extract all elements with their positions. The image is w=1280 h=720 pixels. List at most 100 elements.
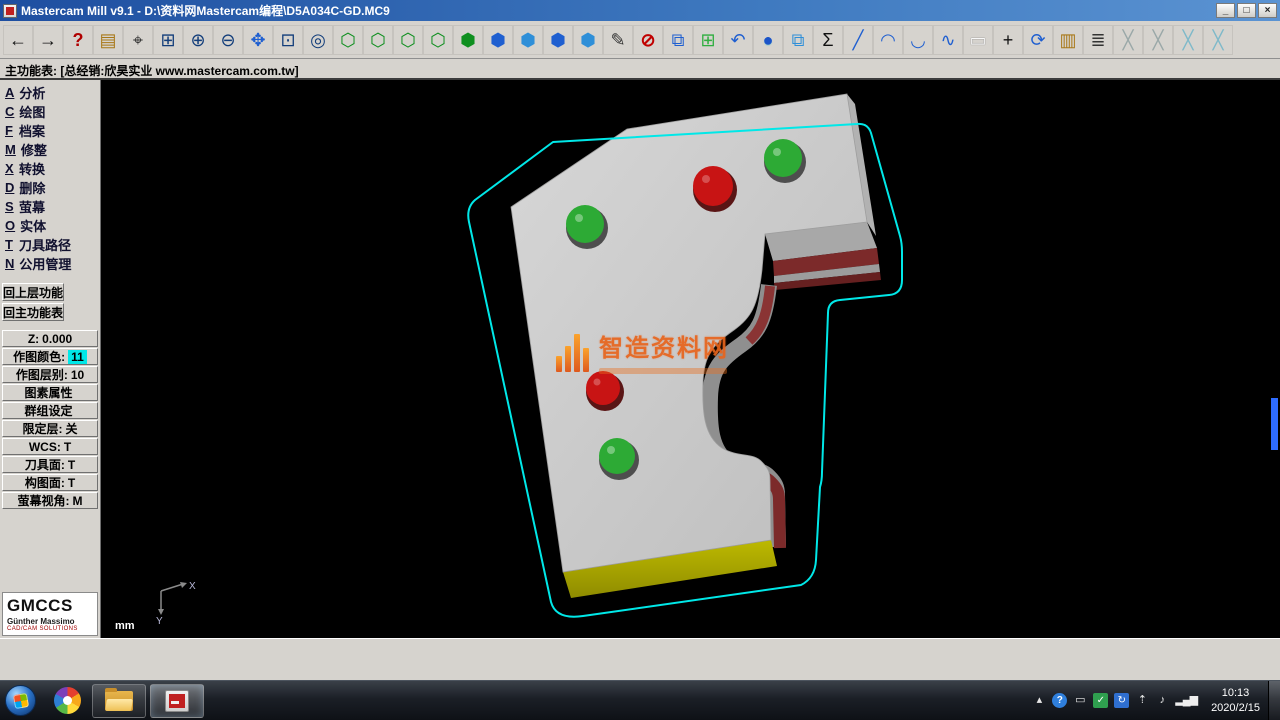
toolbar-icon: Σ (822, 31, 833, 49)
xform-mirror-button[interactable]: ╳ (1113, 25, 1143, 55)
sidebar-item-xform[interactable]: X转换 (0, 159, 100, 178)
cplane-top-button[interactable]: ⬢ (483, 25, 513, 55)
zoom-out-button[interactable]: ⊖ (213, 25, 243, 55)
toolbar-icon: ╳ (1153, 31, 1164, 49)
pan-button[interactable]: ✥ (243, 25, 273, 55)
sidebar-item-modify[interactable]: M修整 (0, 140, 100, 159)
zoom-target-button[interactable]: ◎ (303, 25, 333, 55)
tray-network-icon[interactable]: ▂▄▆ (1175, 693, 1197, 708)
minimize-button[interactable]: _ (1216, 3, 1235, 18)
xform-offset-button[interactable]: ╳ (1203, 25, 1233, 55)
backup-menu-button[interactable]: 回上层功能 (2, 283, 64, 301)
units-label: mm (115, 620, 135, 632)
gview-shaded-button[interactable]: ⬢ (453, 25, 483, 55)
graphics-viewport[interactable]: 智造资料网 X Y mm (101, 80, 1280, 638)
menu-label: 萤幕 (19, 197, 45, 216)
gview-top-button[interactable]: ⬡ (333, 25, 363, 55)
sidebar-item-screen[interactable]: S 萤幕 (0, 197, 100, 216)
tool-plane-row[interactable]: 刀具面:T (2, 456, 98, 473)
dynamic-rotate-button[interactable]: ⟳ (1023, 25, 1053, 55)
line-button[interactable]: ╱ (843, 25, 873, 55)
taskbar-explorer-button[interactable] (92, 684, 146, 718)
sidebar-menu: A分析 C绘图 F档案 M修整 X转换 (0, 83, 100, 273)
screen-add-button[interactable]: ⊞ (693, 25, 723, 55)
tray-help-icon[interactable]: ? (1052, 693, 1067, 708)
sidebar-item-toolpaths[interactable]: T刀具路径 (0, 235, 100, 254)
xform-scale-button[interactable]: ╳ (1173, 25, 1203, 55)
fit-screen-button[interactable]: ⊡ (273, 25, 303, 55)
tray-display-icon[interactable]: ▭ (1073, 693, 1087, 708)
attributes-row[interactable]: 图素属性 (2, 384, 98, 401)
tray-security-icon[interactable]: ✓ (1093, 693, 1108, 708)
solids-manager-button[interactable]: ▥ (1053, 25, 1083, 55)
zoom-in-button[interactable]: ⊕ (183, 25, 213, 55)
tray-usb-icon[interactable]: ⇡ (1135, 693, 1149, 708)
screens-button[interactable]: ⧉ (663, 25, 693, 55)
taskbar-browser-button[interactable] (46, 683, 88, 719)
z-depth-row[interactable]: Z:0.000 (2, 330, 98, 347)
status-value: T (64, 440, 71, 454)
toolbar-icon: ◠ (880, 31, 896, 49)
tray-update-icon[interactable]: ↻ (1114, 693, 1129, 708)
undo-button[interactable]: ↶ (723, 25, 753, 55)
toolbar-icon: ⬡ (400, 31, 416, 49)
viewport-scroll-marker[interactable] (1271, 398, 1278, 450)
status-value: 0.000 (42, 332, 72, 346)
toolbar-icon: ╳ (1213, 31, 1224, 49)
menu-hotkey: O (5, 218, 15, 233)
spline-button[interactable]: ∿ (933, 25, 963, 55)
toolbar-icon: + (1003, 31, 1014, 49)
fillet-button[interactable]: ◡ (903, 25, 933, 55)
back-button[interactable]: ← (3, 25, 33, 55)
gview-iso-button[interactable]: ⬡ (423, 25, 453, 55)
drafting-button[interactable]: ≣ (1083, 25, 1113, 55)
toolbar-icon: ⊘ (640, 31, 655, 49)
zoom-window-button[interactable]: ⊞ (153, 25, 183, 55)
cplane-side-button[interactable]: ⬢ (543, 25, 573, 55)
sidebar-item-utilities[interactable]: N公用管理 (0, 254, 100, 273)
wcs-row[interactable]: WCS:T (2, 438, 98, 455)
cplane-front-button[interactable]: ⬢ (513, 25, 543, 55)
status-label: 作图颜色: (13, 348, 65, 365)
level-row[interactable]: 作图层别:10 (2, 366, 98, 383)
gview-front-button[interactable]: ⬡ (363, 25, 393, 55)
maximize-button[interactable]: □ (1237, 3, 1256, 18)
forward-button[interactable]: → (33, 25, 63, 55)
shading-button[interactable]: ● (753, 25, 783, 55)
color-row[interactable]: 作图颜色:11 (2, 348, 98, 365)
main-menu-button[interactable]: 回主功能表 (2, 303, 64, 321)
close-button[interactable]: × (1258, 3, 1277, 18)
repaint-button[interactable]: ✎ (603, 25, 633, 55)
taskbar-mastercam-button[interactable] (150, 684, 204, 718)
group-row[interactable]: 群组设定 (2, 402, 98, 419)
sidebar-item-solids[interactable]: O实体 (0, 216, 100, 235)
help-button[interactable]: ? (63, 25, 93, 55)
level-mask-row[interactable]: 限定层:关 (2, 420, 98, 437)
sidebar-item-create[interactable]: C绘图 (0, 102, 100, 121)
taskbar: ▴? ▭ ✓ ↻ ⇡ ♪ ▂▄▆ 10:13 2020/2/15 (0, 680, 1280, 720)
menu-hotkey: S (5, 199, 14, 214)
xform-rotate-button[interactable]: ╳ (1143, 25, 1173, 55)
sidebar-item-analysis[interactable]: A分析 (0, 83, 100, 102)
show-desktop-button[interactable] (1268, 681, 1280, 720)
gmccs-logo-line2: CAD/CAM SOLUTIONS (7, 626, 93, 632)
sidebar-item-delete[interactable]: D删除 (0, 178, 100, 197)
gview-side-button[interactable]: ⬡ (393, 25, 423, 55)
start-button[interactable] (5, 685, 36, 716)
arc-button[interactable]: ◠ (873, 25, 903, 55)
calculator-button[interactable]: Σ (813, 25, 843, 55)
gview-row[interactable]: 萤幕视角:M (2, 492, 98, 509)
cplane-row[interactable]: 构图面:T (2, 474, 98, 491)
sidebar-item-file[interactable]: F档案 (0, 121, 100, 140)
tray-volume-icon[interactable]: ♪ (1155, 693, 1169, 708)
taskbar-clock[interactable]: 10:13 2020/2/15 (1211, 686, 1260, 715)
analyze-button[interactable]: ⌖ (123, 25, 153, 55)
rectangle-button[interactable]: ▭ (963, 25, 993, 55)
file-button[interactable]: ▤ (93, 25, 123, 55)
cplane-iso-button[interactable]: ⬢ (573, 25, 603, 55)
delete-button[interactable]: ⊘ (633, 25, 663, 55)
axis-indicator: X Y (153, 579, 201, 630)
viewports-button[interactable]: ⧉ (783, 25, 813, 55)
tray-show-hidden-icon[interactable]: ▴ (1032, 693, 1046, 708)
point-button[interactable]: + (993, 25, 1023, 55)
